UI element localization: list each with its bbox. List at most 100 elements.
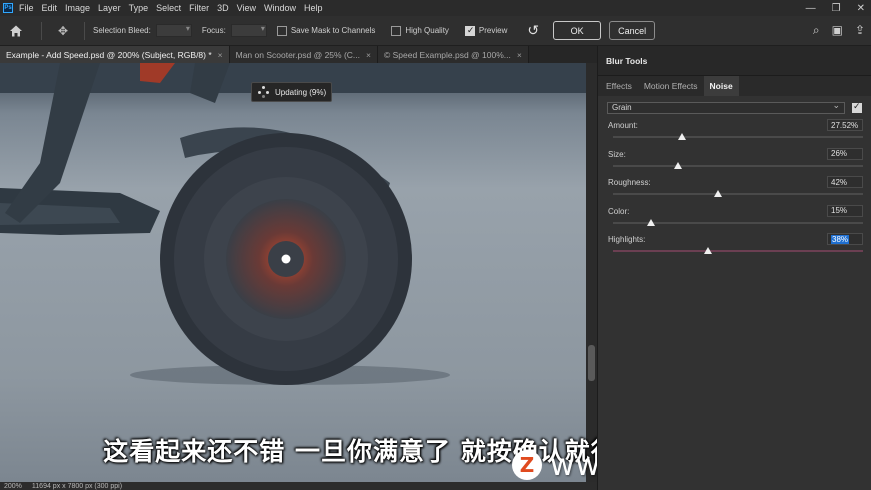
close-tab-icon[interactable]: × xyxy=(218,50,223,60)
document-canvas[interactable] xyxy=(0,63,586,482)
highlights-slider-track[interactable] xyxy=(613,250,863,252)
highlights-param: Highlights: 38% xyxy=(607,231,863,260)
color-value: 15% xyxy=(831,206,848,215)
tab-effects[interactable]: Effects xyxy=(600,76,638,96)
noise-type-select[interactable]: Grain xyxy=(607,100,845,114)
selection-bleed-field[interactable] xyxy=(155,24,192,37)
menu-3d[interactable]: 3D xyxy=(217,3,229,13)
highlights-value: 38% xyxy=(831,234,850,244)
scooter-photo xyxy=(0,63,586,482)
pin-tool-icon[interactable]: ✥ xyxy=(50,24,76,38)
photoshop-logo-icon: Ps xyxy=(3,3,13,13)
save-mask-label: Save Mask to Channels xyxy=(290,26,376,35)
search-icon[interactable]: ⌕ xyxy=(813,23,820,38)
watermark-logo-letter: Z xyxy=(519,453,535,477)
panel-title: Blur Tools xyxy=(598,46,871,76)
roughness-slider-track[interactable] xyxy=(613,193,863,195)
amount-slider-track[interactable] xyxy=(613,136,863,138)
color-label: Color: xyxy=(608,206,630,216)
tab-label: Man on Scooter.psd @ 25% (C... xyxy=(235,49,361,60)
ok-button[interactable]: OK xyxy=(553,21,602,40)
divider xyxy=(84,21,85,40)
size-slider-thumb[interactable] xyxy=(674,161,682,169)
tab-man-on-scooter[interactable]: Man on Scooter.psd @ 25% (C... × xyxy=(229,46,378,63)
noise-type-row: Grain xyxy=(607,100,863,115)
vertical-scrollbar[interactable] xyxy=(586,63,597,482)
focus-field[interactable] xyxy=(230,24,267,37)
document-tabs: Example - Add Speed.psd @ 200% (Subject,… xyxy=(0,46,597,63)
close-tab-icon[interactable]: × xyxy=(517,50,522,60)
menu-image[interactable]: Image xyxy=(65,3,90,13)
size-slider-track[interactable] xyxy=(613,164,863,167)
preview-label: Preview xyxy=(478,26,508,35)
amount-label: Amount: xyxy=(608,121,638,130)
tab-speed-example[interactable]: © Speed Example.psd @ 100%... × xyxy=(377,46,529,63)
share-icon[interactable]: ⇪ xyxy=(855,23,865,38)
color-param: Color: 15% xyxy=(607,203,863,232)
high-quality-checkbox[interactable] xyxy=(391,25,402,36)
size-label: Size: xyxy=(608,149,626,159)
focus-label: Focus: xyxy=(201,26,226,35)
tab-noise[interactable]: Noise xyxy=(703,76,739,96)
macz-logo-icon: Z xyxy=(512,450,542,480)
amount-param: Amount: 27.52% xyxy=(607,117,863,146)
menu-select[interactable]: Select xyxy=(156,3,181,13)
zoom-level[interactable]: 200% xyxy=(4,483,22,490)
home-icon[interactable] xyxy=(9,24,23,38)
save-mask-option[interactable]: Save Mask to Channels xyxy=(276,25,381,36)
tab-label: Example - Add Speed.psd @ 200% (Subject,… xyxy=(6,49,212,60)
menu-edit[interactable]: Edit xyxy=(42,3,58,13)
amount-value-field[interactable]: 27.52% xyxy=(827,119,863,131)
size-param: Size: 26% xyxy=(607,146,863,175)
roughness-value-field[interactable]: 42% xyxy=(827,176,863,188)
noise-params: Amount: 27.52% Size: 26% Roughness: 42% Color:… xyxy=(607,117,863,260)
menu-window[interactable]: Window xyxy=(264,3,296,13)
highlights-value-field[interactable]: 38% xyxy=(827,233,863,245)
options-right-icons: ⌕ ▣ ⇪ xyxy=(813,23,865,38)
window-controls: — ❐ ✕ xyxy=(806,0,865,16)
divider xyxy=(41,21,42,40)
menu-file[interactable]: File xyxy=(19,3,34,13)
options-bar: ✥ Selection Bleed: Focus: Save Mask to C… xyxy=(0,16,871,46)
close-tab-icon[interactable]: × xyxy=(366,50,371,60)
amount-value: 27.52% xyxy=(831,120,859,130)
workspace-icon[interactable]: ▣ xyxy=(832,23,843,38)
preview-checkbox[interactable] xyxy=(464,25,475,36)
amount-slider-thumb[interactable] xyxy=(677,133,686,140)
restore-icon[interactable]: ❐ xyxy=(832,3,841,14)
close-icon[interactable]: ✕ xyxy=(857,3,865,14)
spinner-icon xyxy=(258,86,270,98)
menu-layer[interactable]: Layer xyxy=(98,3,121,13)
tab-example-add-speed[interactable]: Example - Add Speed.psd @ 200% (Subject,… xyxy=(0,46,230,63)
tab-label: © Speed Example.psd @ 100%... xyxy=(383,49,511,60)
menu-help[interactable]: Help xyxy=(304,3,323,13)
cancel-button[interactable]: Cancel xyxy=(609,21,656,40)
minimize-icon[interactable]: — xyxy=(806,3,816,14)
selection-bleed-label: Selection Bleed: xyxy=(93,26,151,35)
scrollbar-thumb[interactable] xyxy=(588,345,595,381)
noise-enabled-checkbox[interactable] xyxy=(852,101,862,113)
color-slider-thumb[interactable] xyxy=(646,218,655,226)
reset-icon[interactable]: ↺ xyxy=(527,22,539,39)
tab-motion-effects[interactable]: Motion Effects xyxy=(638,76,704,96)
color-value-field[interactable]: 15% xyxy=(827,204,863,217)
roughness-value: 42% xyxy=(831,177,848,187)
roughness-label: Roughness: xyxy=(608,178,651,187)
save-mask-checkbox[interactable] xyxy=(276,25,287,36)
high-quality-option[interactable]: High Quality xyxy=(391,25,454,36)
noise-settings: Grain Amount: 27.52% Size: 26% Roughness: 42%… xyxy=(598,96,871,260)
roughness-param: Roughness: 42% xyxy=(607,174,863,203)
size-value-field[interactable]: 26% xyxy=(827,147,863,160)
menu-filter[interactable]: Filter xyxy=(189,3,209,13)
size-value: 26% xyxy=(831,149,848,158)
updating-indicator: Updating (9%) xyxy=(251,82,332,102)
document-dimensions: 11694 px x 7800 px (300 ppi) xyxy=(31,482,123,490)
menu-view[interactable]: View xyxy=(237,3,256,13)
highlights-slider-thumb[interactable] xyxy=(704,247,712,254)
roughness-slider-thumb[interactable] xyxy=(714,190,722,197)
menu-type[interactable]: Type xyxy=(129,3,149,13)
panel-tabs: Effects Motion Effects Noise xyxy=(598,76,871,96)
preview-option[interactable]: Preview xyxy=(464,25,512,36)
highlights-label: Highlights: xyxy=(608,235,646,244)
high-quality-label: High Quality xyxy=(405,26,449,35)
